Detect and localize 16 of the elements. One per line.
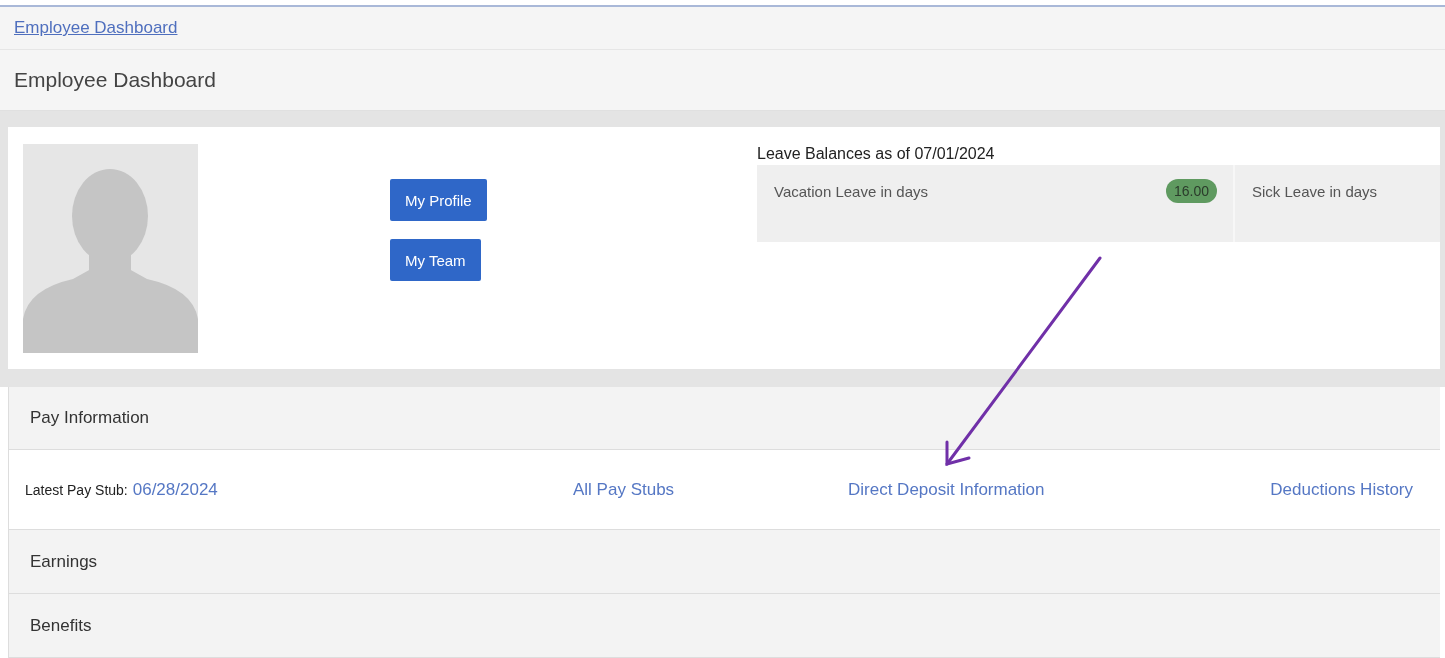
pay-stub-label: Latest Pay Stub: [25,481,128,498]
nav-button[interactable]: My Profile [390,179,487,221]
pay-link[interactable]: Direct Deposit Information [848,479,1271,500]
page-title: Employee Dashboard [14,68,216,92]
leave-balance-badge: 16.00 [1165,179,1217,203]
section-header[interactable]: Earnings [8,530,1440,594]
nav-button[interactable]: My Team [390,239,481,281]
breadcrumb-link[interactable]: Employee Dashboard [14,18,178,38]
leave-heading: Leave Balances as of 07/01/2024 [757,145,996,164]
leave-label: Sick Leave in days [1252,183,1378,200]
pay-link[interactable]: All Pay Stubs [573,479,848,500]
pay-stub-date-link[interactable]: 06/28/2024 [132,479,218,500]
leave-label: Vacation Leave in days [774,183,928,200]
pay-link[interactable]: Deductions History [1270,479,1413,500]
section-header[interactable]: Benefits [8,594,1440,658]
section-title: Pay Information [30,408,150,428]
